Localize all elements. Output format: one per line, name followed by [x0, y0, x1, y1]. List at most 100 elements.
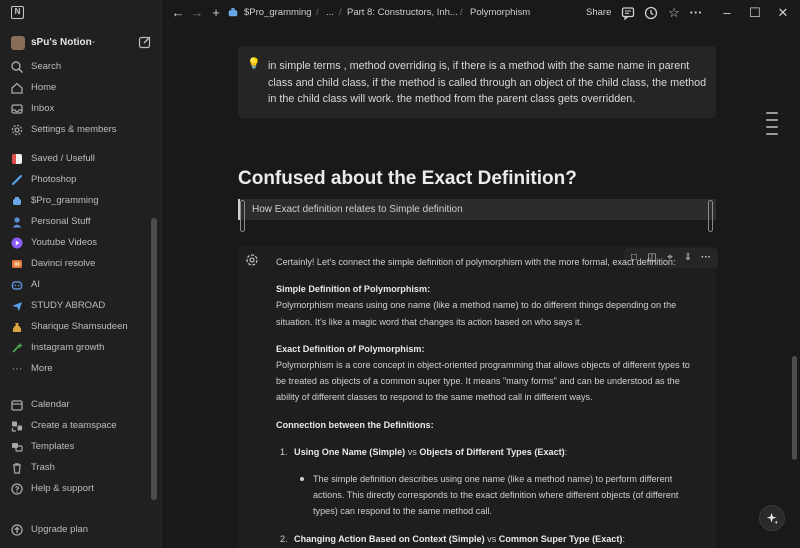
- sidebar-item-label: Instagram growth: [31, 342, 105, 353]
- sidebar: N sPu's Notion ⌄ Search Home Inbox Setti…: [0, 0, 162, 548]
- history-icon[interactable]: [643, 5, 659, 21]
- templates-icon: [12, 443, 23, 452]
- sidebar-item-study-abroad[interactable]: STUDY ABROAD: [6, 296, 156, 316]
- chevron-down-icon[interactable]: ⌄: [90, 36, 97, 45]
- resize-handle-right[interactable]: [708, 200, 713, 232]
- sidebar-item-label: Home: [31, 82, 57, 93]
- page-content: 💡 in simple terms , method overriding is…: [162, 26, 800, 548]
- sidebar-item-settings[interactable]: Settings & members: [6, 120, 156, 140]
- new-page-icon[interactable]: [138, 35, 152, 49]
- sidebar-item-trash[interactable]: Trash: [6, 458, 156, 478]
- sidebar-item-sharique[interactable]: Sharique Shamsudeen: [6, 317, 156, 337]
- list-item-colon: :: [622, 533, 625, 544]
- workspace-switcher[interactable]: sPu's Notion ⌄: [6, 32, 156, 54]
- sidebar-item-youtube[interactable]: Youtube Videos: [6, 233, 156, 253]
- share-button[interactable]: Share: [586, 7, 611, 18]
- quote-block[interactable]: How Exact definition relates to Simple d…: [238, 199, 716, 220]
- search-icon: [11, 61, 24, 74]
- list-item-term: Objects of Different Types (Exact): [419, 446, 565, 457]
- sidebar-item-more[interactable]: ··· More: [6, 359, 156, 379]
- sparkle-icon: [766, 512, 779, 525]
- sidebar-item-label: Settings & members: [31, 124, 117, 135]
- list-number: 2.: [280, 533, 288, 544]
- page-scrollbar-thumb[interactable]: [792, 356, 797, 460]
- robot-icon: [228, 8, 238, 17]
- sidebar-item-label: Photoshop: [31, 174, 77, 185]
- sidebar-item-label: Help & support: [31, 483, 94, 494]
- sidebar-item-teamspace[interactable]: Create a teamspace: [6, 416, 156, 436]
- back-arrow-icon[interactable]: ←: [170, 5, 186, 21]
- list-number: 1.: [280, 446, 288, 457]
- breadcrumb-part8[interactable]: Part 8: Constructors, Inh...: [347, 7, 458, 18]
- breadcrumb-separator: /: [339, 7, 342, 18]
- close-icon[interactable]: ✕: [775, 5, 791, 21]
- workspace-name: sPu's Notion: [31, 37, 92, 48]
- list-item: 1. Using One Name (Simple) vs Objects of…: [276, 444, 696, 460]
- sidebar-item-label: AI: [31, 279, 40, 290]
- sidebar-item-programming[interactable]: $Pro_gramming: [6, 191, 156, 211]
- avatar: [11, 36, 25, 50]
- sidebar-item-label: STUDY ABROAD: [31, 300, 106, 311]
- ai-assistant-button[interactable]: [759, 505, 785, 531]
- notion-logo-icon: N: [11, 6, 24, 19]
- sidebar-item-calendar[interactable]: Calendar: [6, 395, 156, 415]
- sidebar-item-instagram[interactable]: Instagram growth: [6, 338, 156, 358]
- star-icon[interactable]: ☆: [666, 5, 682, 21]
- callout-text[interactable]: in simple terms , method overriding is, …: [268, 58, 708, 108]
- comment-icon[interactable]: [620, 5, 636, 21]
- exact-definition-text: Polymorphism is a core concept in object…: [276, 360, 690, 403]
- sidebar-item-search[interactable]: Search: [6, 57, 156, 77]
- forward-arrow-icon[interactable]: →: [189, 5, 205, 21]
- more-options-icon[interactable]: ···: [699, 251, 713, 265]
- upgrade-icon: [11, 524, 23, 536]
- sidebar-item-label: Search: [31, 61, 62, 72]
- inbox-icon: [11, 104, 23, 114]
- sidebar-item-saved[interactable]: Saved / Usefull: [6, 149, 156, 169]
- chatgpt-icon: [246, 254, 258, 266]
- brush-icon: [11, 174, 23, 186]
- sidebar-item-help[interactable]: Help & support: [6, 479, 156, 499]
- minimize-icon[interactable]: –: [719, 5, 735, 21]
- callout-block[interactable]: 💡 in simple terms , method overriding is…: [238, 46, 716, 118]
- sidebar-titlebar: N: [0, 0, 162, 26]
- breadcrumb-polymorphism[interactable]: Polymorphism: [470, 7, 530, 18]
- bullet-dot: [300, 477, 304, 482]
- lightbulb-icon: 💡: [247, 58, 261, 70]
- sidebar-item-label: Saved / Usefull: [31, 153, 95, 164]
- sidebar-item-davinci[interactable]: Davinci resolve: [6, 254, 156, 274]
- list-item-colon: :: [564, 446, 568, 457]
- sidebar-item-label: More: [31, 363, 53, 374]
- film-icon: [12, 260, 22, 268]
- teamspace-icon: [11, 421, 22, 432]
- upgrade-plan-button[interactable]: Upgrade plan: [6, 520, 156, 540]
- resize-handle-left[interactable]: [240, 200, 245, 232]
- more-options-icon[interactable]: ···: [688, 5, 704, 21]
- table-of-contents-icon[interactable]: [766, 112, 778, 140]
- list-item: 2. Changing Action Based on Context (Sim…: [276, 531, 696, 547]
- sidebar-item-photoshop[interactable]: Photoshop: [6, 170, 156, 190]
- bullet-item: The simple definition describes using on…: [276, 471, 696, 520]
- bot-icon: [11, 281, 23, 290]
- sidebar-item-ai[interactable]: AI: [6, 275, 156, 295]
- plus-icon[interactable]: +: [208, 5, 224, 21]
- sidebar-item-personal[interactable]: Personal Stuff: [6, 212, 156, 232]
- sparkle-icon: [12, 342, 23, 353]
- maximize-icon[interactable]: ☐: [747, 5, 763, 21]
- home-icon: [11, 82, 23, 94]
- chat-response-text: Certainly! Let's connect the simple defi…: [276, 254, 696, 547]
- sidebar-item-inbox[interactable]: Inbox: [6, 99, 156, 119]
- sidebar-item-label: Personal Stuff: [31, 216, 91, 227]
- money-bag-icon: [12, 323, 22, 332]
- sidebar-item-home[interactable]: Home: [6, 78, 156, 98]
- breadcrumb-programming[interactable]: $Pro_gramming: [244, 7, 312, 18]
- breadcrumb-ellipsis[interactable]: ...: [326, 7, 334, 18]
- connection-title: Connection between the Definitions:: [276, 419, 434, 430]
- trash-icon: [13, 463, 21, 474]
- sidebar-item-label: $Pro_gramming: [31, 195, 99, 206]
- sidebar-scrollbar-thumb[interactable]: [151, 218, 157, 500]
- sidebar-item-templates[interactable]: Templates: [6, 437, 156, 457]
- sidebar-item-label: Inbox: [31, 103, 55, 114]
- list-item-term: Using One Name (Simple): [294, 446, 406, 457]
- page-heading[interactable]: Confused about the Exact Definition?: [238, 168, 577, 190]
- sidebar-item-label: Youtube Videos: [31, 237, 98, 248]
